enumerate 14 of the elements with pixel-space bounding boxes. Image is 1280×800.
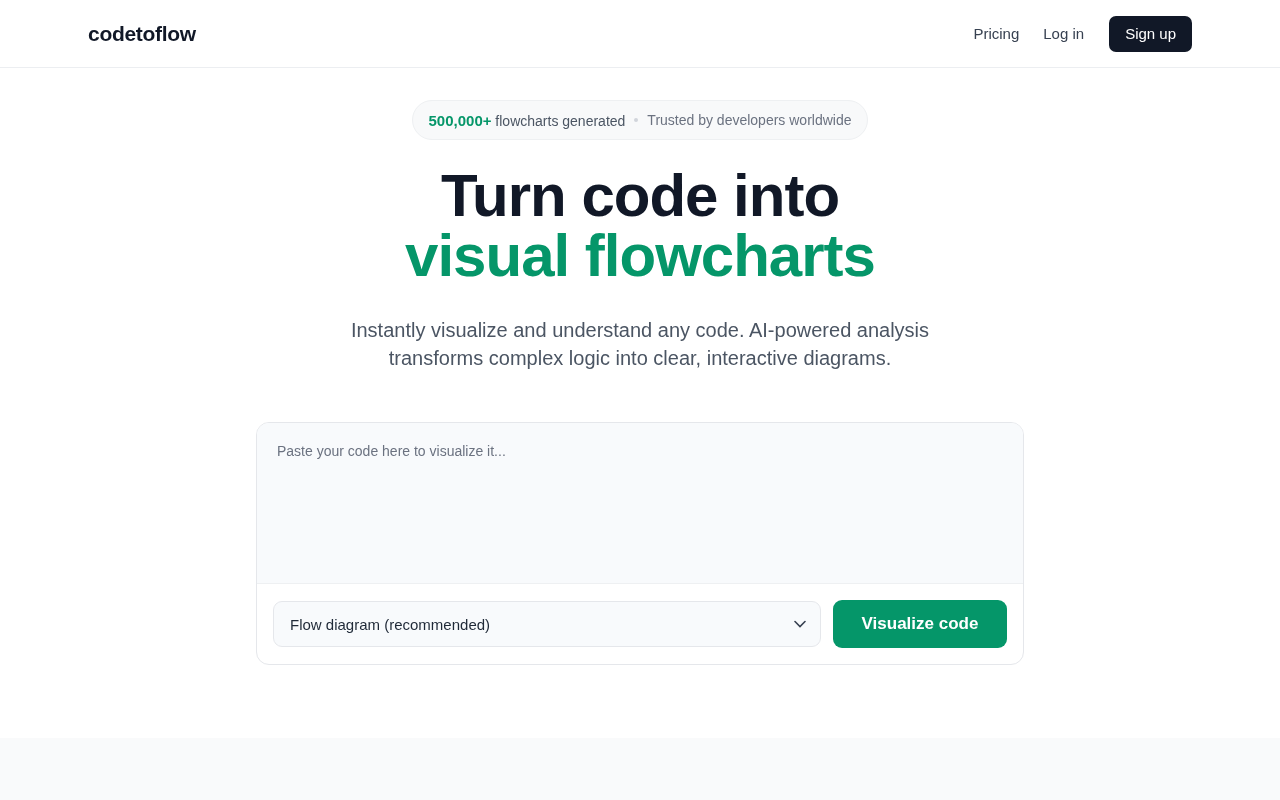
diagram-type-dropdown[interactable]: Flow diagram (recommended) xyxy=(273,601,821,647)
stat-text: 500,000+ flowcharts generated xyxy=(428,111,626,129)
signup-button[interactable]: Sign up xyxy=(1109,15,1192,52)
hero-title-highlight: visual flowcharts xyxy=(405,226,875,286)
nav-link[interactable]: Pricing xyxy=(973,25,1020,42)
logo-text[interactable]: codetoflow xyxy=(88,21,196,46)
separator-dot-icon xyxy=(634,118,639,122)
visualize-button[interactable]: Visualize code xyxy=(833,600,1007,648)
hero-title: Turn code into xyxy=(440,166,840,226)
hero-subtitle: Instantly visualize and understand any code. AI-powered analysis transforms complex logic into clear, interactive diagrams. xyxy=(349,318,931,371)
trust-text: Trusted by developers worldwide xyxy=(647,112,852,128)
chevron-down-icon xyxy=(794,620,806,628)
nav-link[interactable]: Log in xyxy=(1043,25,1085,42)
code-input-field[interactable]: Paste your code here to visualize it... xyxy=(257,423,1023,583)
